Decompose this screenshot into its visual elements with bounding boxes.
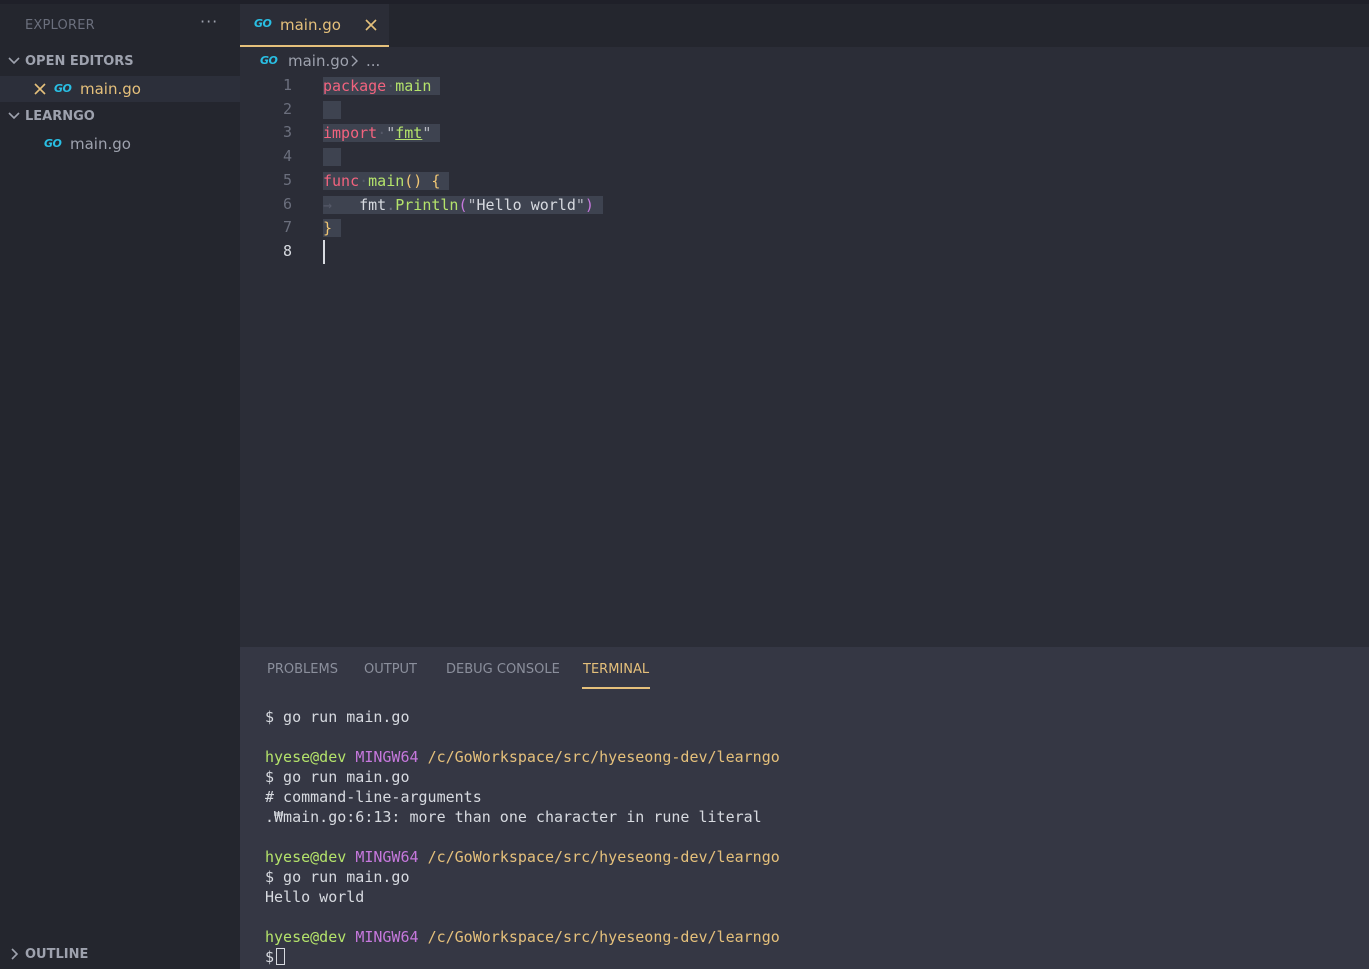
close-tab-icon[interactable] — [365, 19, 377, 31]
terminal-line: .₩main.go:6:13: more than one character … — [265, 808, 762, 826]
line-number: 4 — [282, 147, 292, 165]
breadcrumb-file[interactable]: main.go — [288, 52, 349, 70]
token-import-path: fmt — [395, 124, 423, 142]
token-keyword: import — [323, 124, 378, 142]
line-number: 1 — [282, 76, 292, 94]
token-brace: } — [323, 219, 333, 237]
code-line-6: → fmt.Println("Hello world") — [323, 193, 603, 217]
code-line-1: package·main — [323, 74, 441, 98]
prompt-path: /c/GoWorkspace/src/hyeseong-dev/learngo — [427, 928, 780, 946]
folder-section-learngo[interactable]: LEARNGO — [0, 106, 240, 128]
line-number: 6 — [282, 195, 292, 213]
folder-label: LEARNGO — [25, 109, 95, 124]
go-file-icon: GO — [54, 82, 72, 95]
explorer-sidebar: EXPLORER ··· OPEN EDITORS GO main.go LEA… — [0, 4, 240, 969]
terminal-input-line[interactable]: $ — [265, 947, 780, 967]
prompt-user: hyese@dev — [265, 748, 347, 766]
terminal-blank — [265, 907, 780, 927]
terminal-output[interactable]: $ go run main.go hyese@dev MINGW64 /c/Go… — [265, 707, 780, 967]
line-number: 5 — [282, 171, 292, 189]
terminal-blank — [265, 827, 780, 847]
breadcrumb-more[interactable]: ... — [366, 52, 380, 70]
token-punct: () { — [404, 172, 441, 190]
active-tab-indicator — [582, 687, 650, 689]
tab-label: main.go — [280, 16, 341, 34]
open-editor-filename: main.go — [80, 80, 141, 98]
code-line-4 — [323, 145, 342, 169]
code-line-3: import·"fmt" — [323, 121, 441, 145]
token-package-name: main — [395, 77, 432, 95]
prompt-path: /c/GoWorkspace/src/hyeseong-dev/learngo — [427, 748, 780, 766]
chevron-right-icon — [11, 948, 19, 960]
terminal-line: $ go run main.go — [265, 868, 410, 886]
line-number: 3 — [282, 123, 292, 141]
prompt-user: hyese@dev — [265, 928, 347, 946]
open-editors-section[interactable]: OPEN EDITORS — [0, 51, 240, 73]
terminal-line: $ go run main.go — [265, 768, 410, 786]
terminal-line: # command-line-arguments — [265, 788, 482, 806]
file-name: main.go — [70, 135, 131, 153]
prompt-host: MINGW64 — [355, 848, 419, 866]
open-editors-label: OPEN EDITORS — [25, 54, 134, 69]
more-actions-icon[interactable]: ··· — [200, 12, 218, 31]
code-line-2 — [323, 98, 342, 122]
close-icon[interactable] — [34, 83, 46, 95]
outline-section[interactable]: OUTLINE — [0, 944, 240, 966]
go-file-icon: GO — [260, 54, 278, 67]
go-file-icon: GO — [44, 137, 62, 150]
terminal-prompt-line: hyese@dev MINGW64 /c/GoWorkspace/src/hye… — [265, 847, 780, 867]
token-function-name: main — [368, 172, 405, 190]
code-line-5: func·main() { — [323, 169, 450, 193]
line-number: 2 — [282, 100, 292, 118]
token-identifier: fmt — [359, 196, 387, 214]
token-string: Hello world — [476, 196, 576, 214]
chevron-down-icon — [8, 112, 20, 120]
editor-tab-bar: GO main.go — [240, 4, 1369, 47]
token-method: Println — [395, 196, 459, 214]
code-editor[interactable]: 1 2 3 4 5 6 7 8 package·main import·"fmt… — [240, 74, 1369, 644]
terminal-line: Hello world — [265, 888, 365, 906]
file-item-main-go[interactable]: GO main.go — [0, 131, 240, 157]
tab-terminal[interactable]: TERMINAL — [583, 662, 649, 677]
go-file-icon: GO — [254, 17, 272, 30]
line-number-current: 8 — [282, 242, 292, 260]
prompt-symbol: $ — [265, 948, 275, 966]
terminal-blank — [265, 727, 780, 747]
explorer-title: EXPLORER — [25, 18, 95, 33]
terminal-cursor — [276, 948, 286, 965]
line-number: 7 — [282, 218, 292, 236]
code-line-7: } — [323, 216, 342, 240]
tab-problems[interactable]: PROBLEMS — [267, 662, 338, 677]
terminal-line: $ go run main.go — [265, 708, 410, 726]
token-keyword: func — [323, 172, 360, 190]
tab-whitespace-marker: → — [323, 196, 333, 214]
terminal-prompt-line: hyese@dev MINGW64 /c/GoWorkspace/src/hye… — [265, 747, 780, 767]
chevron-right-icon — [351, 55, 358, 67]
outline-label: OUTLINE — [25, 947, 89, 962]
prompt-user: hyese@dev — [265, 848, 347, 866]
token-keyword: package — [323, 77, 387, 95]
tab-debug-console[interactable]: DEBUG CONSOLE — [446, 662, 560, 677]
open-editor-item[interactable]: GO main.go — [0, 76, 240, 102]
terminal-prompt-line: hyese@dev MINGW64 /c/GoWorkspace/src/hye… — [265, 927, 780, 947]
bottom-panel: PROBLEMS OUTPUT DEBUG CONSOLE TERMINAL $… — [240, 647, 1369, 969]
tab-main-go[interactable]: GO main.go — [240, 4, 389, 47]
text-cursor — [323, 240, 325, 264]
prompt-host: MINGW64 — [355, 748, 419, 766]
chevron-down-icon — [8, 57, 20, 65]
prompt-host: MINGW64 — [355, 928, 419, 946]
tab-output[interactable]: OUTPUT — [364, 662, 417, 677]
prompt-path: /c/GoWorkspace/src/hyeseong-dev/learngo — [427, 848, 780, 866]
